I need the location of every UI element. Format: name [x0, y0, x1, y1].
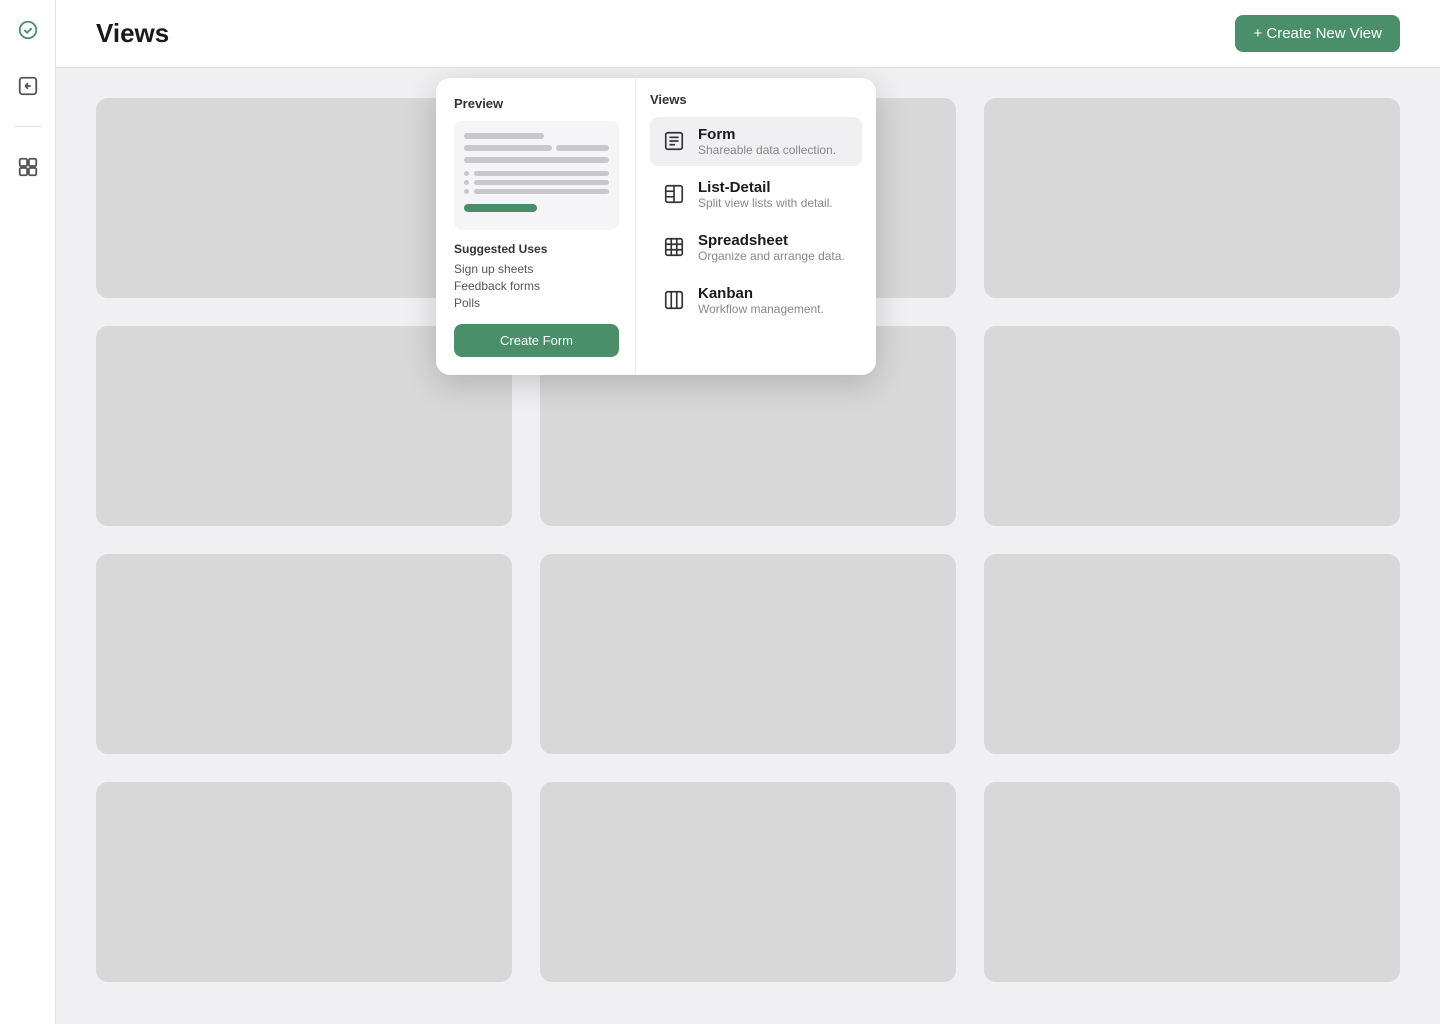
- grid-card-12[interactable]: [984, 782, 1400, 982]
- form-view-name: Form: [698, 126, 836, 143]
- form-mockup: [454, 121, 619, 230]
- logo-icon[interactable]: [10, 12, 46, 48]
- suggested-uses-label: Suggested Uses: [454, 242, 619, 256]
- suggested-use-item-1: Sign up sheets: [454, 262, 619, 276]
- sidebar-divider: [14, 126, 42, 127]
- kanban-view-text: Kanban Workflow management.: [698, 285, 824, 316]
- grid-card-11[interactable]: [540, 782, 956, 982]
- grid-card-6[interactable]: [984, 326, 1400, 526]
- mock-line-4: [464, 157, 609, 163]
- mock-bullets: [464, 171, 609, 194]
- spreadsheet-icon: [660, 233, 688, 261]
- view-item-form[interactable]: Form Shareable data collection.: [650, 117, 862, 166]
- mock-line-1: [464, 133, 544, 139]
- spreadsheet-view-desc: Organize and arrange data.: [698, 249, 845, 263]
- view-item-list-detail[interactable]: List-Detail Split view lists with detail…: [650, 170, 862, 219]
- kanban-view-name: Kanban: [698, 285, 824, 302]
- mock-line-3: [556, 145, 609, 151]
- mock-line-group-1: [464, 145, 609, 151]
- suggested-use-item-3: Polls: [454, 296, 619, 310]
- grid-card-10[interactable]: [96, 782, 512, 982]
- mock-bullet-3: [464, 189, 609, 194]
- suggested-use-item-2: Feedback forms: [454, 279, 619, 293]
- layout-icon[interactable]: [10, 149, 46, 185]
- view-item-kanban[interactable]: Kanban Workflow management.: [650, 276, 862, 325]
- suggested-uses-list: Sign up sheets Feedback forms Polls: [454, 262, 619, 310]
- list-detail-view-text: List-Detail Split view lists with detail…: [698, 179, 833, 210]
- spreadsheet-view-name: Spreadsheet: [698, 232, 845, 249]
- grid-card-9[interactable]: [984, 554, 1400, 754]
- grid-card-8[interactable]: [540, 554, 956, 754]
- page-title: Views: [96, 18, 169, 49]
- grid-card-3[interactable]: [984, 98, 1400, 298]
- main-area: Views + Create New View Preview: [56, 0, 1440, 1024]
- list-detail-view-name: List-Detail: [698, 179, 833, 196]
- content-area: Preview: [56, 68, 1440, 1024]
- form-view-text: Form Shareable data collection.: [698, 126, 836, 157]
- create-view-dropdown: Preview: [436, 78, 876, 375]
- spreadsheet-view-text: Spreadsheet Organize and arrange data.: [698, 232, 845, 263]
- back-icon[interactable]: [10, 68, 46, 104]
- sidebar: [0, 0, 56, 1024]
- header: Views + Create New View: [56, 0, 1440, 68]
- kanban-view-desc: Workflow management.: [698, 302, 824, 316]
- grid-card-7[interactable]: [96, 554, 512, 754]
- preview-panel: Preview: [436, 78, 636, 375]
- create-new-view-button[interactable]: + Create New View: [1235, 15, 1400, 52]
- views-panel-label: Views: [650, 92, 862, 107]
- create-form-button[interactable]: Create Form: [454, 324, 619, 357]
- list-detail-view-desc: Split view lists with detail.: [698, 196, 833, 210]
- form-view-desc: Shareable data collection.: [698, 143, 836, 157]
- mock-bullet-2: [464, 180, 609, 185]
- mock-line-2: [464, 145, 552, 151]
- kanban-icon: [660, 286, 688, 314]
- views-panel: Views Form Shareable data collection.: [636, 78, 876, 375]
- list-detail-icon: [660, 180, 688, 208]
- form-icon: [660, 127, 688, 155]
- preview-label: Preview: [454, 96, 619, 111]
- mock-submit-btn: [464, 204, 537, 212]
- mock-bullet-1: [464, 171, 609, 176]
- view-item-spreadsheet[interactable]: Spreadsheet Organize and arrange data.: [650, 223, 862, 272]
